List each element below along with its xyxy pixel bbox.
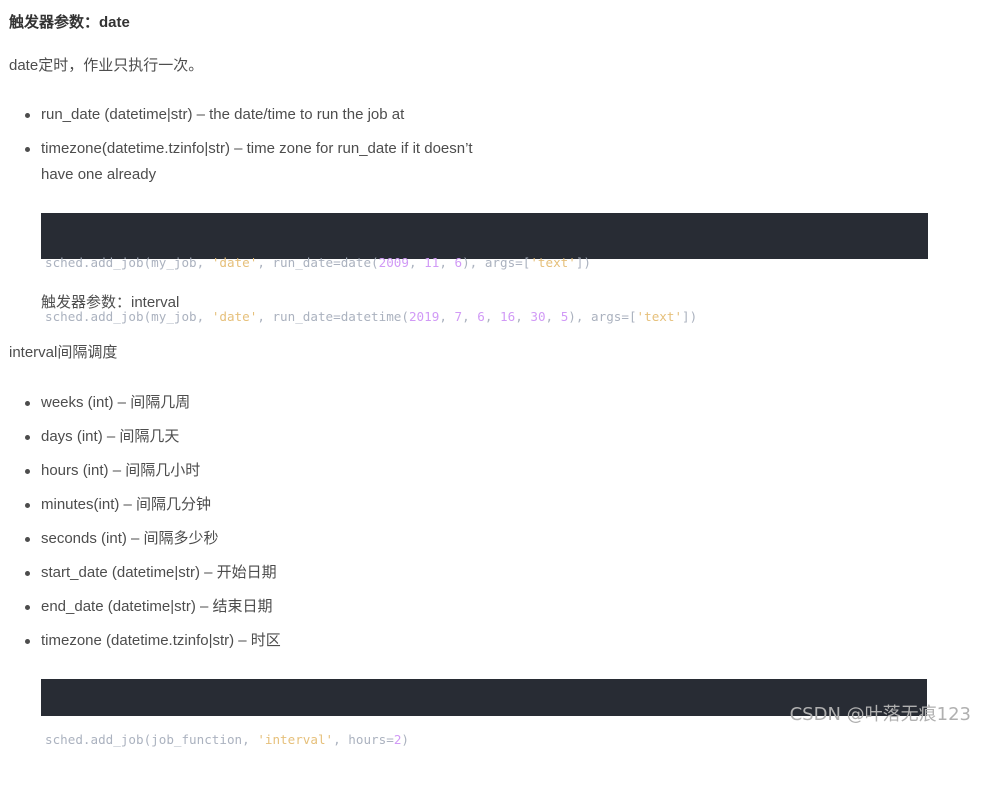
list-item-timezone-continuation: have one already <box>41 166 157 183</box>
date-heading: 触发器参数：date <box>9 14 130 31</box>
list-item-weeks: weeks (int) – 间隔几周 <box>24 392 190 414</box>
article-content: 触发器参数：date date定时，作业只执行一次。 run_date (dat… <box>0 0 987 747</box>
list-item-start-date: start_date (datetime|str) – 开始日期 <box>25 562 277 584</box>
list-item-timezone: timezone(datetime.tzinfo|str) – time zon… <box>25 138 473 160</box>
list-item-timezone-interval: timezone (datetime.tzinfo|str) – 时区 <box>25 630 281 652</box>
date-description: date定时，作业只执行一次。 <box>9 57 204 74</box>
code-line-1: sched.add_job(my_job, 'date', run_date=d… <box>45 255 592 270</box>
list-item-hours: hours (int) – 间隔几小时 <box>24 460 200 482</box>
code-block-date: sched.add_job(my_job, 'date', run_date=d… <box>41 213 928 324</box>
list-item-minutes: minutes(int) – 间隔几分钟 <box>24 494 211 516</box>
interval-heading: 触发器参数：interval <box>41 294 180 311</box>
list-item-end-date: end_date (datetime|str) – 结束日期 <box>25 596 273 618</box>
csdn-watermark: CSDN @叶落无痕123 <box>789 704 971 725</box>
list-item-run-date: run_date (datetime|str) – the date/time … <box>24 104 404 126</box>
list-item-days: days (int) – 间隔几天 <box>24 426 179 448</box>
interval-description: interval间隔调度 <box>9 344 118 361</box>
list-item-seconds: seconds (int) – 间隔多少秒 <box>25 528 219 550</box>
